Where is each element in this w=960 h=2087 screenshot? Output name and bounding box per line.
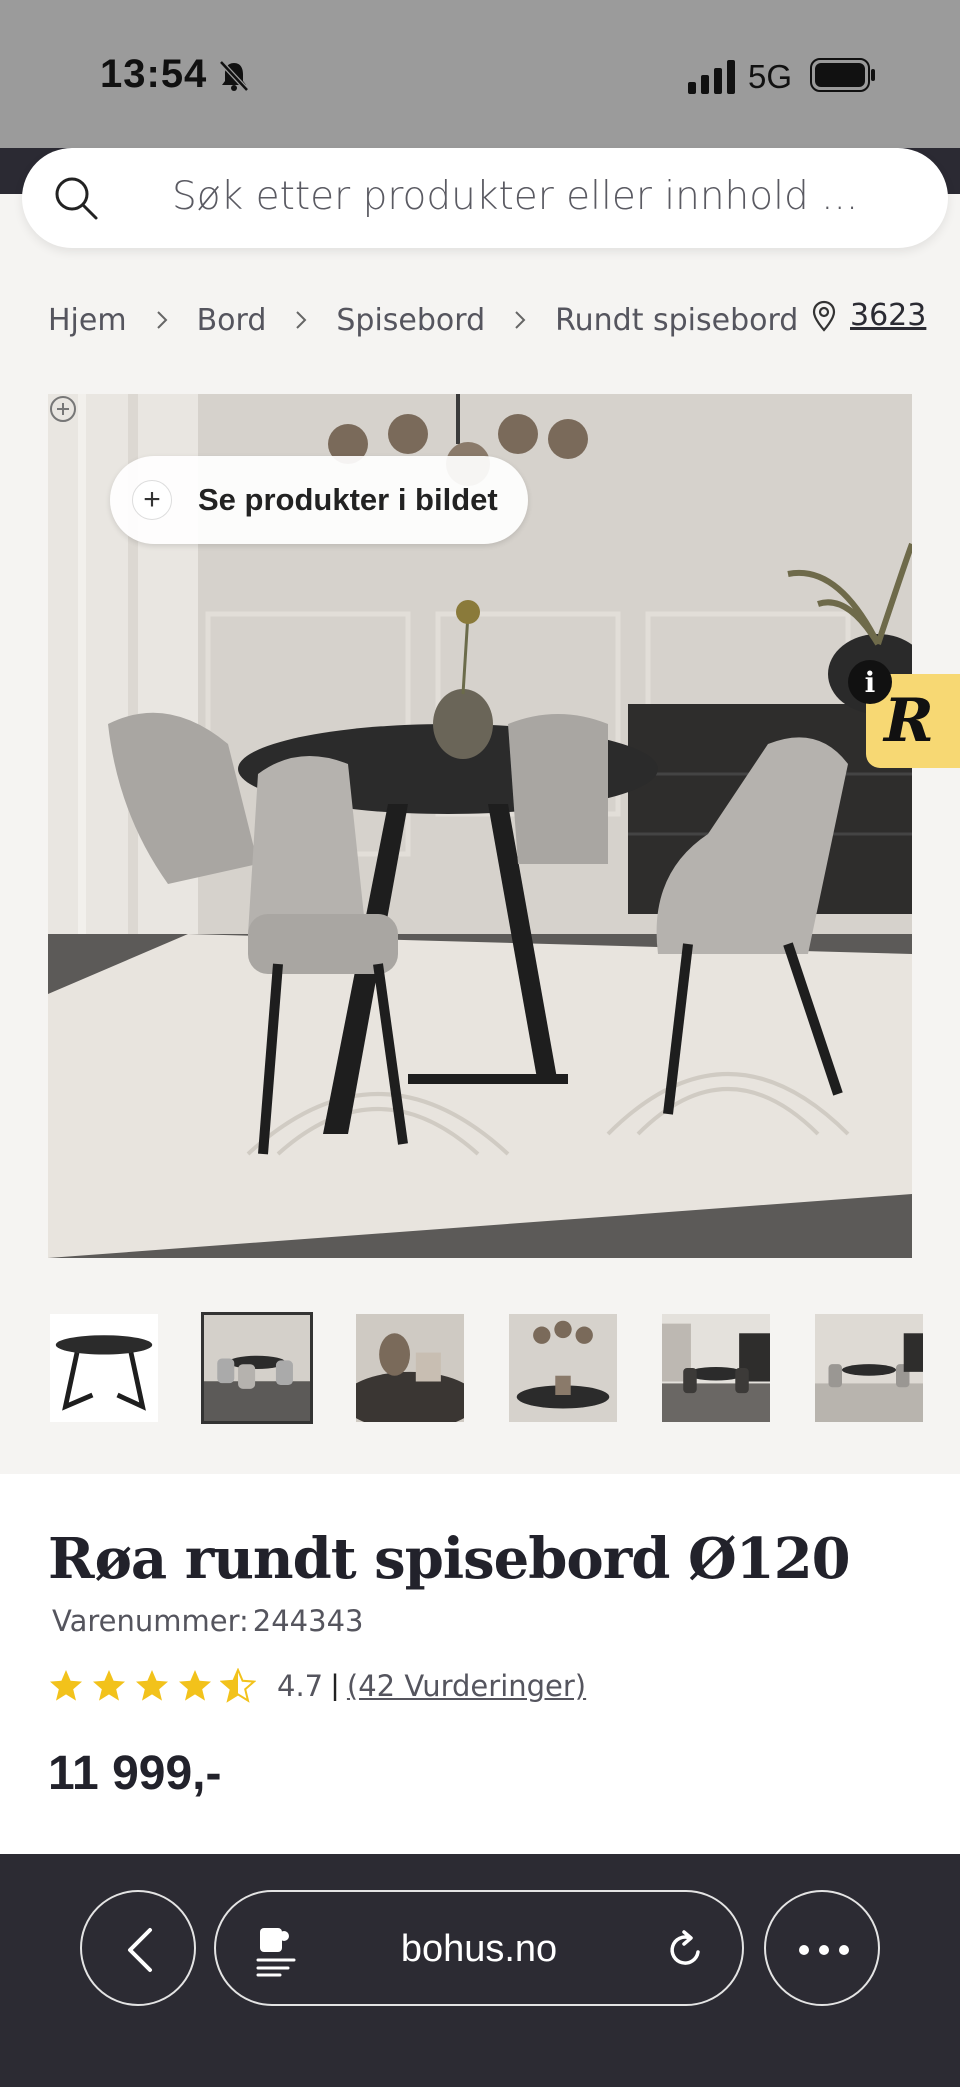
chevron-right-icon xyxy=(156,311,167,329)
thumbnail-strip xyxy=(48,1312,960,1426)
star-half-icon xyxy=(220,1668,256,1703)
search-icon xyxy=(55,177,98,220)
star-full-icon xyxy=(136,1670,168,1701)
product-info: Røa rundt spisebord Ø120 Varenummer: 2443… xyxy=(0,1474,960,1854)
product-price: 11 999,- xyxy=(48,1747,222,1800)
thumbnail-6[interactable] xyxy=(813,1312,925,1424)
reviews-link[interactable]: (42 Vurderinger) xyxy=(347,1669,586,1703)
product-main-image[interactable]: + Se produkter i bildet xyxy=(48,394,912,1258)
chevron-right-icon xyxy=(296,311,307,329)
plus-icon: + xyxy=(132,480,172,520)
more-dots-icon xyxy=(799,1945,849,1955)
zoom-icon[interactable] xyxy=(48,394,78,424)
bell-muted-icon xyxy=(219,60,249,92)
star-full-icon xyxy=(179,1670,211,1701)
see-products-label: Se produkter i bildet xyxy=(198,482,498,517)
thumbnail-2[interactable] xyxy=(201,1312,313,1424)
address-bar[interactable]: bohus.no xyxy=(214,1890,744,2006)
reviews-logo-icon: R xyxy=(884,686,934,756)
info-icon[interactable]: i xyxy=(848,660,892,704)
status-time: 13:54 xyxy=(100,52,208,96)
chevron-left-icon xyxy=(128,1928,152,1972)
reload-icon[interactable] xyxy=(664,1928,708,1972)
rating-value: 4.7 xyxy=(277,1669,324,1703)
thumbnail-1[interactable] xyxy=(48,1312,160,1424)
chevron-right-icon xyxy=(515,311,526,329)
back-button[interactable] xyxy=(80,1890,196,2006)
product-sku: Varenummer: 244343 xyxy=(48,1604,364,1638)
sku-value: 244343 xyxy=(252,1604,364,1638)
battery-icon xyxy=(810,58,875,92)
see-products-button[interactable]: + Se produkter i bildet xyxy=(110,456,528,544)
location-code[interactable]: 3623 xyxy=(850,298,926,333)
breadcrumb-spisebord[interactable]: Spisebord xyxy=(336,303,485,338)
status-bar: 13:54 5G xyxy=(0,0,960,148)
signal-icon xyxy=(688,60,735,94)
search-bar[interactable]: Søk etter produkter eller innhold ... xyxy=(22,148,948,248)
breadcrumb: Hjem Bord Spisebord Rundt spisebord xyxy=(48,300,798,340)
breadcrumb-home[interactable]: Hjem xyxy=(48,303,127,338)
thumbnail-5[interactable] xyxy=(660,1312,772,1424)
store-location[interactable]: 3623 xyxy=(810,298,926,333)
more-options-button[interactable] xyxy=(764,1890,880,2006)
search-input[interactable]: Søk etter produkter eller innhold ... xyxy=(172,174,858,219)
thumbnail-4[interactable] xyxy=(507,1312,619,1424)
breadcrumb-current[interactable]: Rundt spisebord xyxy=(555,303,798,338)
product-rating: 4.7 | (42 Vurderinger) xyxy=(48,1668,586,1704)
thumbnail-3[interactable] xyxy=(354,1312,466,1424)
location-pin-icon xyxy=(812,300,836,332)
star-full-icon xyxy=(50,1670,82,1701)
breadcrumb-bord[interactable]: Bord xyxy=(197,303,267,338)
rating-separator: | xyxy=(331,1669,339,1702)
network-type: 5G xyxy=(748,58,793,95)
star-full-icon xyxy=(93,1670,125,1701)
product-title: Røa rundt spisebord Ø120 xyxy=(48,1526,851,1592)
browser-toolbar: bohus.no xyxy=(0,1854,960,2087)
sku-label: Varenummer: xyxy=(52,1604,249,1638)
